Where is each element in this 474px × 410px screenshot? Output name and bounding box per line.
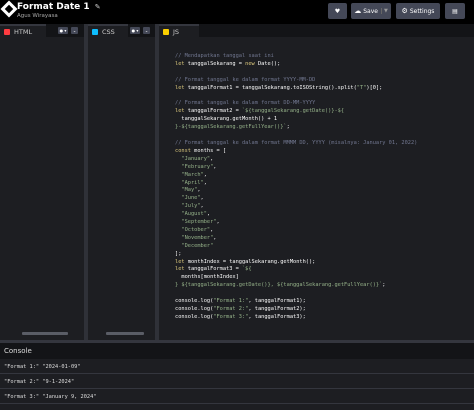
code-line[interactable]: // Format tanggal ke dalam format MMMM D…: [175, 140, 417, 148]
code-line[interactable]: // Format tanggal ke dalam format DD-MM-…: [175, 100, 417, 108]
console-title: Console: [4, 347, 32, 355]
settings-label: Settings: [409, 7, 435, 15]
code-line[interactable]: [175, 290, 417, 298]
code-line[interactable]: [175, 132, 417, 140]
code-line[interactable]: "November",: [175, 235, 417, 243]
code-line[interactable]: "May",: [175, 187, 417, 195]
code-line[interactable]: const months = [: [175, 148, 417, 156]
code-line[interactable]: let tanggalFormat2 = `${tanggalSekarang.…: [175, 108, 417, 116]
author-name[interactable]: Agus Wirayasa: [17, 13, 58, 19]
code-line[interactable]: "April",: [175, 180, 417, 188]
html-collapse-button[interactable]: ⌄: [71, 27, 78, 34]
css-settings-button[interactable]: ● ▾: [130, 27, 140, 34]
html-pane: HTML ● ▾ ⌄: [0, 24, 84, 340]
console-header: [0, 343, 474, 359]
pen-title[interactable]: Format Date 1 ✎: [17, 2, 101, 12]
heart-button[interactable]: ♥: [328, 3, 347, 19]
css-tab[interactable]: CSS: [88, 24, 128, 37]
js-tab-strip: [159, 24, 474, 37]
js-pane: JS // Mendapatkan tanggal saat ini let ta…: [159, 24, 474, 340]
code-line[interactable]: console.log("Format 2:", tanggalFormat2)…: [175, 306, 417, 314]
code-line[interactable]: "December": [175, 243, 417, 251]
code-line[interactable]: [175, 69, 417, 77]
code-line[interactable]: months[monthIndex]: [175, 274, 417, 282]
code-line[interactable]: console.log("Format 1:", tanggalFormat1)…: [175, 298, 417, 306]
pen-title-text[interactable]: Format Date 1: [17, 2, 90, 12]
html-settings-button[interactable]: ● ▾: [58, 27, 68, 34]
console-line: "Format 3:" "January 9, 2024": [0, 390, 474, 404]
html-tab[interactable]: HTML: [0, 24, 46, 37]
chevron-down-icon[interactable]: ▼: [380, 8, 388, 14]
console-panel: Console "Format 1:" "2024-01-09" "Format…: [0, 340, 474, 410]
code-line[interactable]: let tanggalSekarang = new Date();: [175, 61, 417, 69]
heart-icon: ♥: [334, 7, 341, 15]
code-line[interactable]: tanggalSekarang.getMonth() + 1: [175, 116, 417, 124]
code-line[interactable]: ];: [175, 251, 417, 259]
code-line[interactable]: // Mendapatkan tanggal saat ini: [175, 53, 417, 61]
save-label: Save: [363, 7, 378, 15]
html-scrollbar[interactable]: [22, 332, 68, 335]
code-line[interactable]: } ${tanggalSekarang.getDate()}, ${tangga…: [175, 282, 417, 290]
html-editor[interactable]: [0, 37, 84, 340]
top-header: Format Date 1 ✎ Agus Wirayasa ♥ ☁ Save ▼…: [0, 0, 474, 24]
code-line[interactable]: }-${tanggalSekarang.getFullYear()}`;: [175, 124, 417, 132]
codepen-logo-icon[interactable]: [0, 0, 18, 18]
change-view-button[interactable]: ▤: [445, 3, 465, 19]
code-line[interactable]: let tanggalFormat1 = tanggalSekarang.toI…: [175, 85, 417, 93]
html-badge-icon: [4, 28, 10, 35]
code-line[interactable]: "September",: [175, 219, 417, 227]
console-line: "Format 1:" "2024-01-09": [0, 360, 474, 374]
save-button[interactable]: ☁ Save ▼: [351, 3, 391, 19]
js-code[interactable]: // Mendapatkan tanggal saat ini let tangg…: [175, 53, 417, 322]
code-line[interactable]: "August",: [175, 211, 417, 219]
js-badge-icon: [163, 28, 169, 35]
code-line[interactable]: console.log("Format 3:", tanggalFormat3)…: [175, 314, 417, 322]
code-line[interactable]: [175, 93, 417, 101]
css-editor[interactable]: [88, 37, 156, 340]
code-line[interactable]: let tanggalFormat3 = `${: [175, 266, 417, 274]
editor-panes: HTML ● ▾ ⌄ CSS ● ▾ ⌄ JS // Mendapatkan t…: [0, 24, 474, 340]
css-tab-label: CSS: [102, 27, 115, 36]
pencil-icon[interactable]: ✎: [95, 3, 101, 11]
code-line[interactable]: "July",: [175, 203, 417, 211]
code-line[interactable]: // Format tanggal ke dalam format YYYY-M…: [175, 77, 417, 85]
code-line[interactable]: let monthIndex = tanggalSekarang.getMont…: [175, 259, 417, 267]
css-collapse-button[interactable]: ⌄: [143, 27, 150, 34]
css-scrollbar[interactable]: [106, 332, 144, 335]
code-line[interactable]: "October",: [175, 227, 417, 235]
css-badge-icon: [92, 28, 98, 35]
js-tab[interactable]: JS: [159, 24, 199, 37]
code-line[interactable]: "February",: [175, 164, 417, 172]
code-line[interactable]: "March",: [175, 172, 417, 180]
settings-button[interactable]: ⚙ Settings: [396, 3, 440, 19]
js-tab-label: JS: [173, 27, 180, 36]
console-line: "Format 2:" "9-1-2024": [0, 375, 474, 389]
js-editor[interactable]: // Mendapatkan tanggal saat ini let tangg…: [159, 37, 474, 340]
css-pane: CSS ● ▾ ⌄: [88, 24, 156, 340]
code-line[interactable]: "January",: [175, 156, 417, 164]
cloud-icon: ☁: [354, 7, 362, 15]
code-line[interactable]: "June",: [175, 195, 417, 203]
html-tab-label: HTML: [14, 27, 33, 36]
layout-icon: ▤: [452, 7, 458, 15]
gear-icon: ⚙: [401, 7, 408, 15]
